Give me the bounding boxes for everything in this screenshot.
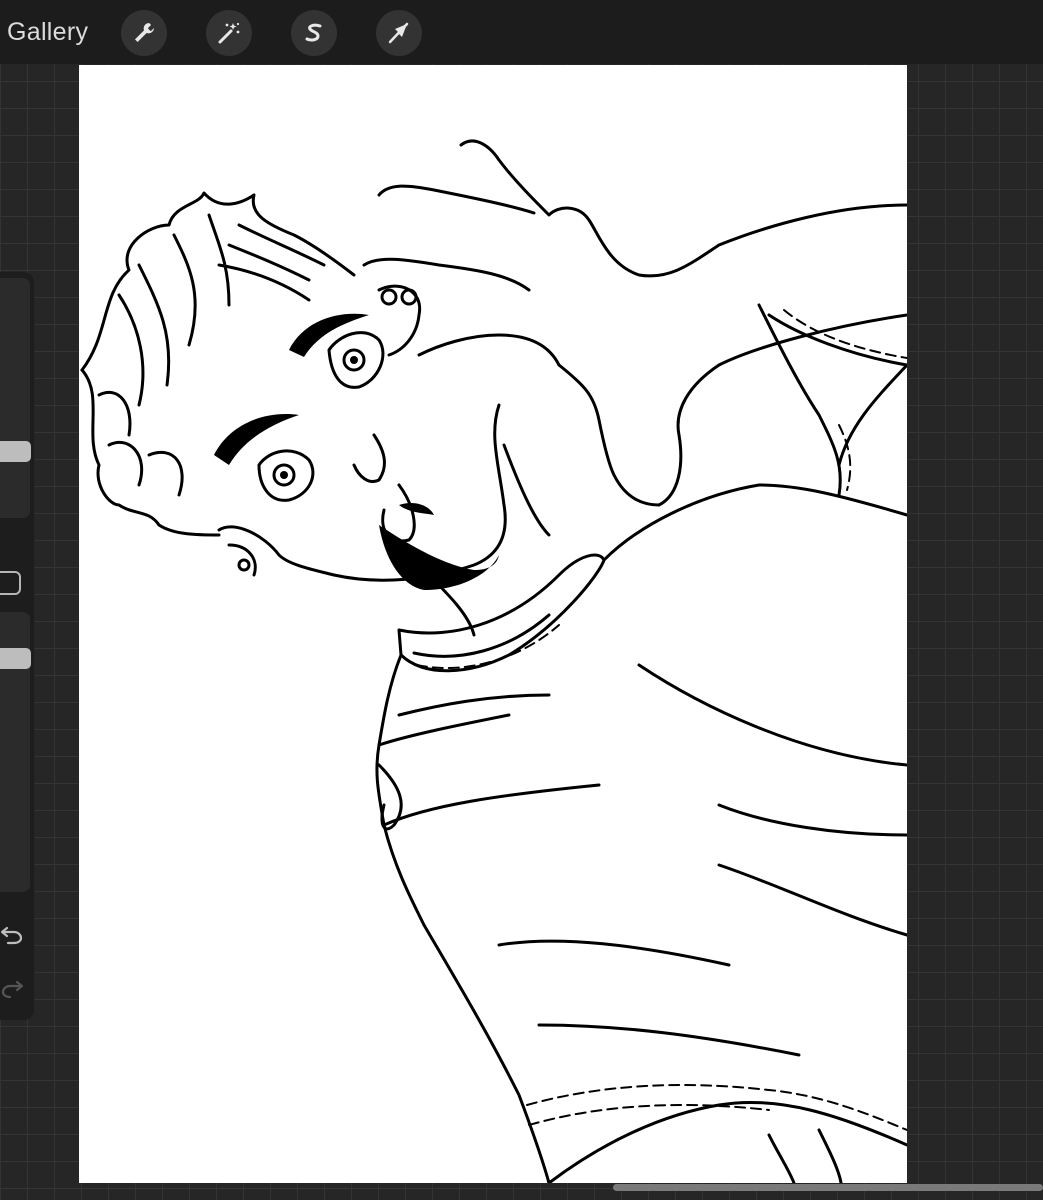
transform-button[interactable] [376, 10, 422, 56]
magic-wand-icon [216, 20, 242, 46]
gallery-button[interactable]: Gallery [7, 16, 88, 48]
arrow-cursor-icon [386, 20, 412, 46]
brush-size-slider[interactable] [0, 278, 31, 518]
left-sidebar [0, 272, 34, 1020]
undo-icon[interactable] [0, 920, 26, 946]
drawing-canvas[interactable] [79, 65, 907, 1183]
selection-button[interactable] [291, 10, 337, 56]
brush-size-thumb[interactable] [0, 441, 31, 462]
redo-icon[interactable] [0, 978, 26, 1004]
selection-s-icon [301, 20, 327, 46]
actions-button[interactable] [121, 10, 167, 56]
modify-button[interactable] [0, 571, 21, 595]
adjustments-button[interactable] [206, 10, 252, 56]
top-toolbar: Gallery [0, 0, 1043, 64]
wrench-icon [131, 20, 157, 46]
opacity-thumb[interactable] [0, 648, 31, 669]
horizontal-scrollbar[interactable] [613, 1184, 1043, 1191]
procreate-app: Gallery [0, 0, 1043, 1200]
opacity-slider[interactable] [0, 612, 31, 892]
lineart-illustration [80, 139, 907, 1183]
